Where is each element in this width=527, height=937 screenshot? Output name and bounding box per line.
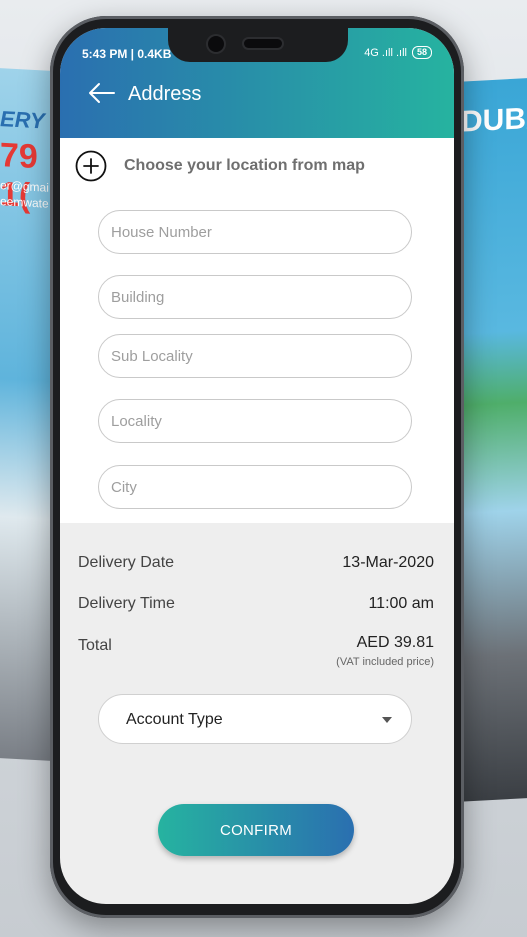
delivery-date-label: Delivery Date <box>78 554 175 571</box>
plus-circle-icon <box>75 150 107 182</box>
vat-note: (VAT included price) <box>336 656 434 668</box>
choose-location-label: Choose your location from map <box>124 157 365 174</box>
total-row: Total AED 39.81 <box>78 634 434 654</box>
total-label: Total <box>78 637 112 654</box>
delivery-time-value: 11:00 am <box>368 595 434 612</box>
status-time: 5:43 PM | 0.4KB <box>82 47 172 61</box>
city-input[interactable] <box>98 465 412 509</box>
delivery-time-row: Delivery Time 11:00 am <box>78 595 434 613</box>
account-type-selected: Account Type <box>126 711 223 728</box>
page-title: Address <box>128 83 202 105</box>
phone-frame: 5:43 PM | 0.4KB 4G .ıll .ıll 58 Address … <box>50 16 464 918</box>
account-type-dropdown[interactable]: Account Type <box>98 694 412 744</box>
choose-location-button[interactable]: Choose your location from map <box>75 150 365 182</box>
phone-screen: 5:43 PM | 0.4KB 4G .ıll .ıll 58 Address … <box>60 28 454 904</box>
notch <box>168 28 348 62</box>
delivery-time-label: Delivery Time <box>78 595 175 612</box>
promo-text: ERY <box>0 106 45 134</box>
sub-locality-input[interactable] <box>98 334 412 378</box>
signal-icon: 4G .ıll .ıll <box>364 46 407 59</box>
front-camera <box>208 36 224 52</box>
promo-email: er@gmai <box>0 178 49 195</box>
promo-website: eemwate <box>0 194 49 211</box>
battery-icon: 58 <box>411 46 432 59</box>
total-value: AED 39.81 <box>356 634 434 651</box>
chevron-down-icon <box>382 717 392 723</box>
building-input[interactable] <box>98 275 412 319</box>
house-number-input[interactable] <box>98 210 412 254</box>
promo-title: DUBA <box>461 101 527 139</box>
earpiece-speaker <box>244 39 282 48</box>
status-indicators: 4G .ıll .ıll 58 <box>364 46 432 59</box>
delivery-date-row: Delivery Date 13-Mar-2020 <box>78 554 434 572</box>
arrow-left-icon[interactable] <box>86 81 116 105</box>
delivery-date-value: 13-Mar-2020 <box>342 554 434 571</box>
background-promo-right: DUBA <box>457 78 527 802</box>
locality-input[interactable] <box>98 399 412 443</box>
confirm-button[interactable]: CONFIRM <box>158 804 354 856</box>
